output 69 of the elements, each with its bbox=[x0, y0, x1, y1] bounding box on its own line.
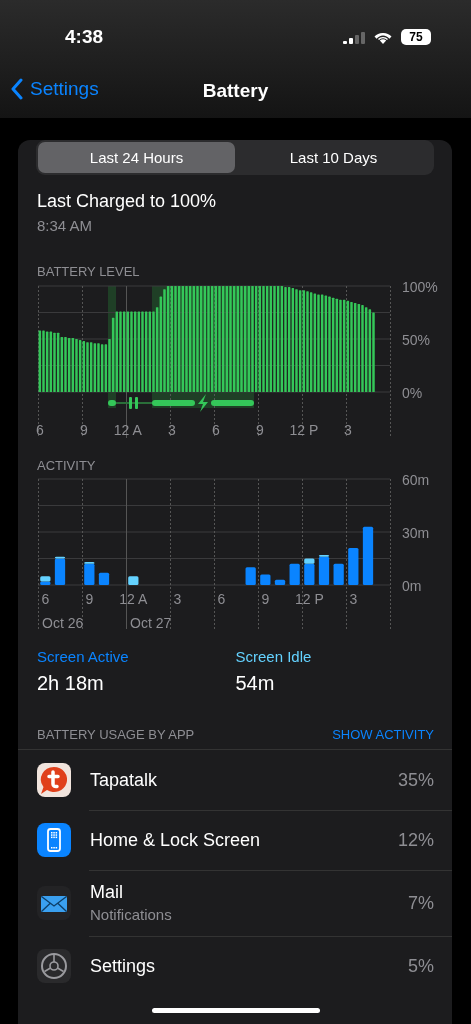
axis-label: 3 bbox=[349, 591, 358, 607]
app-name: Home & Lock Screen bbox=[90, 829, 261, 851]
bar bbox=[245, 567, 256, 585]
app-name: Mail bbox=[90, 881, 123, 903]
last-charged-title: Last Charged to 100% bbox=[37, 190, 218, 212]
axis-label: 6 bbox=[211, 422, 220, 438]
usage-percent: 12% bbox=[397, 829, 434, 851]
bar bbox=[289, 563, 300, 585]
app-row[interactable]: Settings 5% bbox=[18, 936, 452, 996]
phone-icon bbox=[37, 823, 71, 857]
stat-value: 2h 18m bbox=[37, 671, 104, 695]
axis-label: 12 A bbox=[119, 591, 148, 607]
usage-percent: 7% bbox=[408, 892, 434, 914]
axis-label: 9 bbox=[255, 422, 264, 438]
bar bbox=[348, 547, 359, 585]
settings-icon bbox=[37, 949, 71, 983]
axis-label: 12 P bbox=[289, 422, 319, 438]
axis-label: 6 bbox=[217, 591, 226, 607]
date-label: Oct 27 bbox=[130, 615, 172, 631]
axis-label: 100% bbox=[402, 280, 438, 295]
status-time: 4:38 bbox=[65, 26, 104, 48]
axis-label: 50% bbox=[402, 332, 431, 348]
home-indicator[interactable] bbox=[152, 1008, 320, 1013]
segment-tab[interactable]: Last 24 Hours bbox=[38, 142, 235, 173]
show-activity-link[interactable]: SHOW ACTIVITY bbox=[332, 727, 434, 743]
legend-label: Screen Active bbox=[37, 648, 129, 666]
axis-label: 3 bbox=[167, 422, 176, 438]
screen-title: Battery bbox=[202, 80, 269, 102]
axis-label: 6 bbox=[35, 422, 44, 438]
section-heading: BATTERY USAGE BY APP bbox=[37, 727, 195, 744]
axis-label: 9 bbox=[85, 591, 94, 607]
axis-label: 0% bbox=[402, 385, 423, 401]
app-name: Settings bbox=[90, 955, 156, 977]
app-row[interactable]: Tapatalk 35% bbox=[18, 750, 452, 810]
axis-label: 12 A bbox=[113, 422, 142, 438]
speech-bubble-icon bbox=[37, 763, 71, 797]
axis-label: 3 bbox=[173, 591, 182, 607]
signal-icon bbox=[343, 30, 365, 44]
last-charged-time: 8:34 AM bbox=[37, 217, 94, 235]
date-label: Oct 26 bbox=[42, 615, 84, 631]
axis-label: 3 bbox=[343, 422, 352, 438]
bar bbox=[274, 579, 286, 585]
axis-label: 9 bbox=[261, 591, 270, 607]
app-name: Tapatalk bbox=[90, 769, 158, 791]
section-heading: BATTERY LEVEL bbox=[37, 264, 141, 280]
bar bbox=[260, 574, 271, 585]
envelope-icon bbox=[37, 886, 71, 920]
bar bbox=[98, 572, 110, 585]
bar bbox=[128, 576, 139, 585]
bar bbox=[333, 563, 344, 585]
usage-percent: 5% bbox=[408, 955, 434, 977]
app-row[interactable]: Home & Lock Screen 12% bbox=[18, 810, 452, 870]
axis-label: 30m bbox=[402, 525, 430, 541]
usage-percent: 35% bbox=[397, 769, 434, 791]
legend-label: Screen Idle bbox=[235, 648, 312, 666]
segment-tab[interactable]: Last 10 Days bbox=[235, 142, 432, 173]
axis-label: 0m bbox=[402, 578, 422, 594]
app-detail: Notifications bbox=[90, 905, 172, 925]
bar bbox=[362, 526, 374, 585]
battery-indicator: 75 bbox=[401, 29, 431, 45]
chevron-left-icon bbox=[10, 78, 24, 100]
section-heading: ACTIVITY bbox=[37, 458, 97, 474]
back-button[interactable]: Settings bbox=[10, 78, 99, 100]
axis-label: 6 bbox=[41, 591, 50, 607]
axis-label: 12 P bbox=[294, 591, 324, 607]
app-row[interactable]: Mail Notifications 7% bbox=[18, 870, 452, 936]
stat-value: 54m bbox=[235, 671, 275, 695]
axis-label: 60m bbox=[402, 475, 430, 488]
axis-label: 9 bbox=[79, 422, 88, 438]
